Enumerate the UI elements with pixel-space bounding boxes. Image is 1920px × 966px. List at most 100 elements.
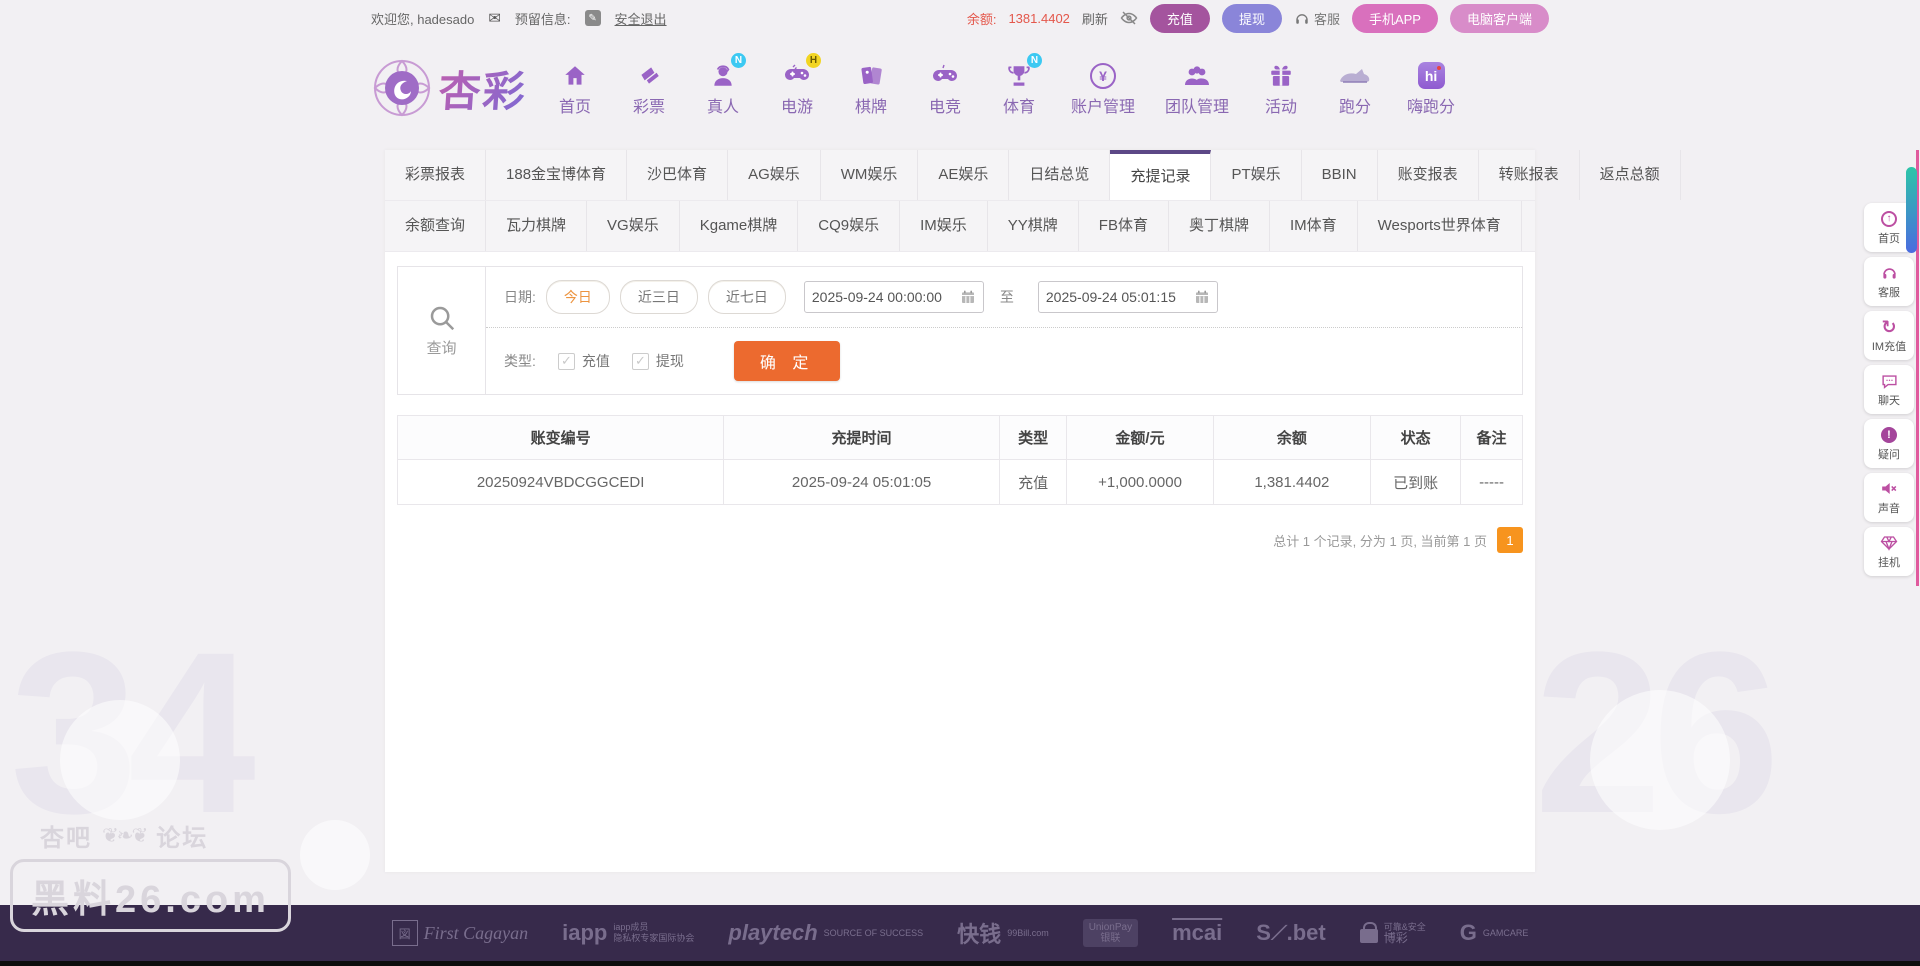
col-amount: 金额/元 <box>1066 415 1214 460</box>
confirm-button[interactable]: 确 定 <box>733 341 841 381</box>
floating-sidebar: ↑ 首页 客服 ↻ IM充值 聊天 ! 疑问 声音 挂机 <box>1864 203 1914 576</box>
nav-item-team[interactable]: 团队管理 <box>1165 59 1229 117</box>
mail-icon[interactable]: ✉ <box>488 9 501 27</box>
withdraw-checkbox[interactable]: ✓ 提现 <box>631 351 684 371</box>
tab-ag[interactable]: AG娱乐 <box>728 150 821 200</box>
logo-flower-icon <box>371 57 433 119</box>
quick-7days-button[interactable]: 近七日 <box>707 280 786 314</box>
tab-zhuanzhang[interactable]: 转账报表 <box>1479 150 1580 200</box>
headset-icon <box>1294 11 1310 25</box>
tab-pt[interactable]: PT娱乐 <box>1211 150 1302 200</box>
checkbox-check-icon: ✓ <box>557 352 575 370</box>
query-section: 查询 <box>398 267 486 394</box>
sidebar-item-im-recharge[interactable]: ↻ IM充值 <box>1864 311 1914 360</box>
checkbox-check-icon: ✓ <box>631 352 649 370</box>
nav-item-lottery[interactable]: 彩票 <box>627 59 671 117</box>
refresh-link[interactable]: 刷新 <box>1082 9 1108 28</box>
customer-service-link[interactable]: 客服 <box>1294 9 1340 28</box>
tab-wm[interactable]: WM娱乐 <box>821 150 919 200</box>
tab-caipiao-baobiao[interactable]: 彩票报表 <box>385 150 487 200</box>
logo-99bill: 快钱 99Bill.com <box>957 922 1049 947</box>
col-type: 类型 <box>998 415 1068 460</box>
watermark-site: 黑料26.com <box>10 859 291 932</box>
pagination-summary: 总计 1 个记录, 分为 1 页, 当前第 1 页 <box>1273 533 1487 549</box>
balance-label: 余额: <box>966 11 997 27</box>
cell-amount: +1,000.0000 <box>1066 459 1214 505</box>
tab-shaba[interactable]: 沙巴体育 <box>627 150 729 200</box>
nav-item-promotions[interactable]: 活动 <box>1259 59 1303 117</box>
logo-unionpay: UnionPay 银联 <box>1082 919 1139 947</box>
tab-zhangbian[interactable]: 账变报表 <box>1378 150 1479 200</box>
sidebar-item-sound[interactable]: 声音 <box>1864 473 1914 522</box>
exclamation-circle-icon: ! <box>1881 426 1897 444</box>
date-from-input[interactable] <box>803 281 984 313</box>
sbet-swoosh: ∕ <box>1272 920 1286 945</box>
nav-item-live[interactable]: N 真人 <box>701 53 747 117</box>
nav-item-account[interactable]: ¥ 账户管理 <box>1071 59 1135 117</box>
withdraw-button[interactable]: 提现 <box>1221 3 1282 33</box>
tab-ae[interactable]: AE娱乐 <box>918 150 1010 200</box>
nav-item-hi-paofen[interactable]: hi 嗨跑分 <box>1407 59 1455 117</box>
nav-item-esports[interactable]: 电竞 <box>923 59 967 117</box>
calendar-icon[interactable] <box>1194 289 1210 305</box>
calendar-icon[interactable] <box>960 289 976 305</box>
coin-icon: ¥ <box>1090 59 1117 89</box>
nav-item-cards[interactable]: 棋牌 <box>849 59 893 117</box>
bokeh-circle <box>1590 690 1730 830</box>
mobile-app-button[interactable]: 手机APP <box>1351 3 1438 33</box>
tab-im-tiyu[interactable]: IM体育 <box>1270 201 1358 251</box>
cell-balance: 1,381.4402 <box>1212 459 1372 505</box>
logout-link[interactable]: 安全退出 <box>615 9 667 28</box>
flourish-ornament: ❦❧❦ <box>102 825 148 847</box>
sidebar-item-question[interactable]: ! 疑问 <box>1864 419 1914 468</box>
logo-mcai: mcai <box>1172 920 1223 945</box>
tab-chongti-jilu[interactable]: 充提记录 <box>1110 150 1212 200</box>
tab-kgame[interactable]: Kgame棋牌 <box>680 201 799 251</box>
tab-fandian[interactable]: 返点总额 <box>1580 150 1681 200</box>
recharge-button[interactable]: 充值 <box>1149 3 1210 33</box>
quick-today-button[interactable]: 今日 <box>545 280 610 314</box>
tab-bbin[interactable]: BBIN <box>1302 150 1378 200</box>
tab-aoding[interactable]: 奥丁棋牌 <box>1169 201 1270 251</box>
sidebar-item-service[interactable]: 客服 <box>1864 257 1914 306</box>
recharge-checkbox[interactable]: ✓ 充值 <box>557 351 610 371</box>
edit-icon[interactable]: ✎ <box>584 10 601 26</box>
date-filter-row: 日期: 今日 近三日 近七日 至 <box>486 267 1522 328</box>
nav-item-home[interactable]: 首页 <box>553 59 597 117</box>
badge-n: N <box>1027 53 1043 68</box>
site-logo[interactable]: 杏彩 <box>371 57 528 119</box>
nav-item-egames[interactable]: H 电游 <box>775 53 822 117</box>
tab-cq9[interactable]: CQ9娱乐 <box>798 201 901 251</box>
gift-icon <box>1268 59 1294 89</box>
page-1-button[interactable]: 1 <box>1497 527 1523 553</box>
col-status: 状态 <box>1370 415 1462 460</box>
tab-rijie[interactable]: 日结总览 <box>1009 150 1111 200</box>
bokeh-circle <box>60 700 180 820</box>
col-balance: 余额 <box>1212 415 1372 460</box>
cell-time: 2025-09-24 05:01:05 <box>723 459 1000 505</box>
sidebar-item-chat[interactable]: 聊天 <box>1864 365 1914 414</box>
cell-type: 充值 <box>998 459 1068 505</box>
scrollbar-thumb[interactable] <box>1906 167 1917 253</box>
eye-off-icon[interactable] <box>1120 9 1138 27</box>
sidebar-item-idle[interactable]: 挂机 <box>1864 527 1914 576</box>
refresh-c-icon: ↻ <box>1881 316 1897 337</box>
tab-wali[interactable]: 瓦力棋牌 <box>486 201 588 251</box>
quick-3days-button[interactable]: 近三日 <box>619 280 698 314</box>
tab-fb[interactable]: FB体育 <box>1079 201 1169 251</box>
date-to-input[interactable] <box>1037 281 1218 313</box>
tab-188jinbaobo[interactable]: 188金宝博体育 <box>486 150 628 200</box>
pc-client-button[interactable]: 电脑客户端 <box>1449 3 1549 33</box>
gamepad-icon: H <box>783 53 822 89</box>
nav-item-paofen[interactable]: 跑分 <box>1333 59 1377 117</box>
tab-yy[interactable]: YY棋牌 <box>988 201 1079 251</box>
tab-yue-chaxun[interactable]: 余额查询 <box>385 201 487 251</box>
nav-item-sports[interactable]: N 体育 <box>997 53 1043 117</box>
tab-im-yule[interactable]: IM娱乐 <box>900 201 988 251</box>
tab-wesports[interactable]: Wesports世界体育 <box>1358 201 1522 251</box>
cell-remark: ----- <box>1460 459 1523 505</box>
col-remark: 备注 <box>1460 415 1523 460</box>
chat-bubble-icon <box>1881 372 1898 390</box>
tabs-row-2: 余额查询 瓦力棋牌 VG娱乐 Kgame棋牌 CQ9娱乐 IM娱乐 YY棋牌 F… <box>385 201 1535 252</box>
tab-vg[interactable]: VG娱乐 <box>587 201 680 251</box>
